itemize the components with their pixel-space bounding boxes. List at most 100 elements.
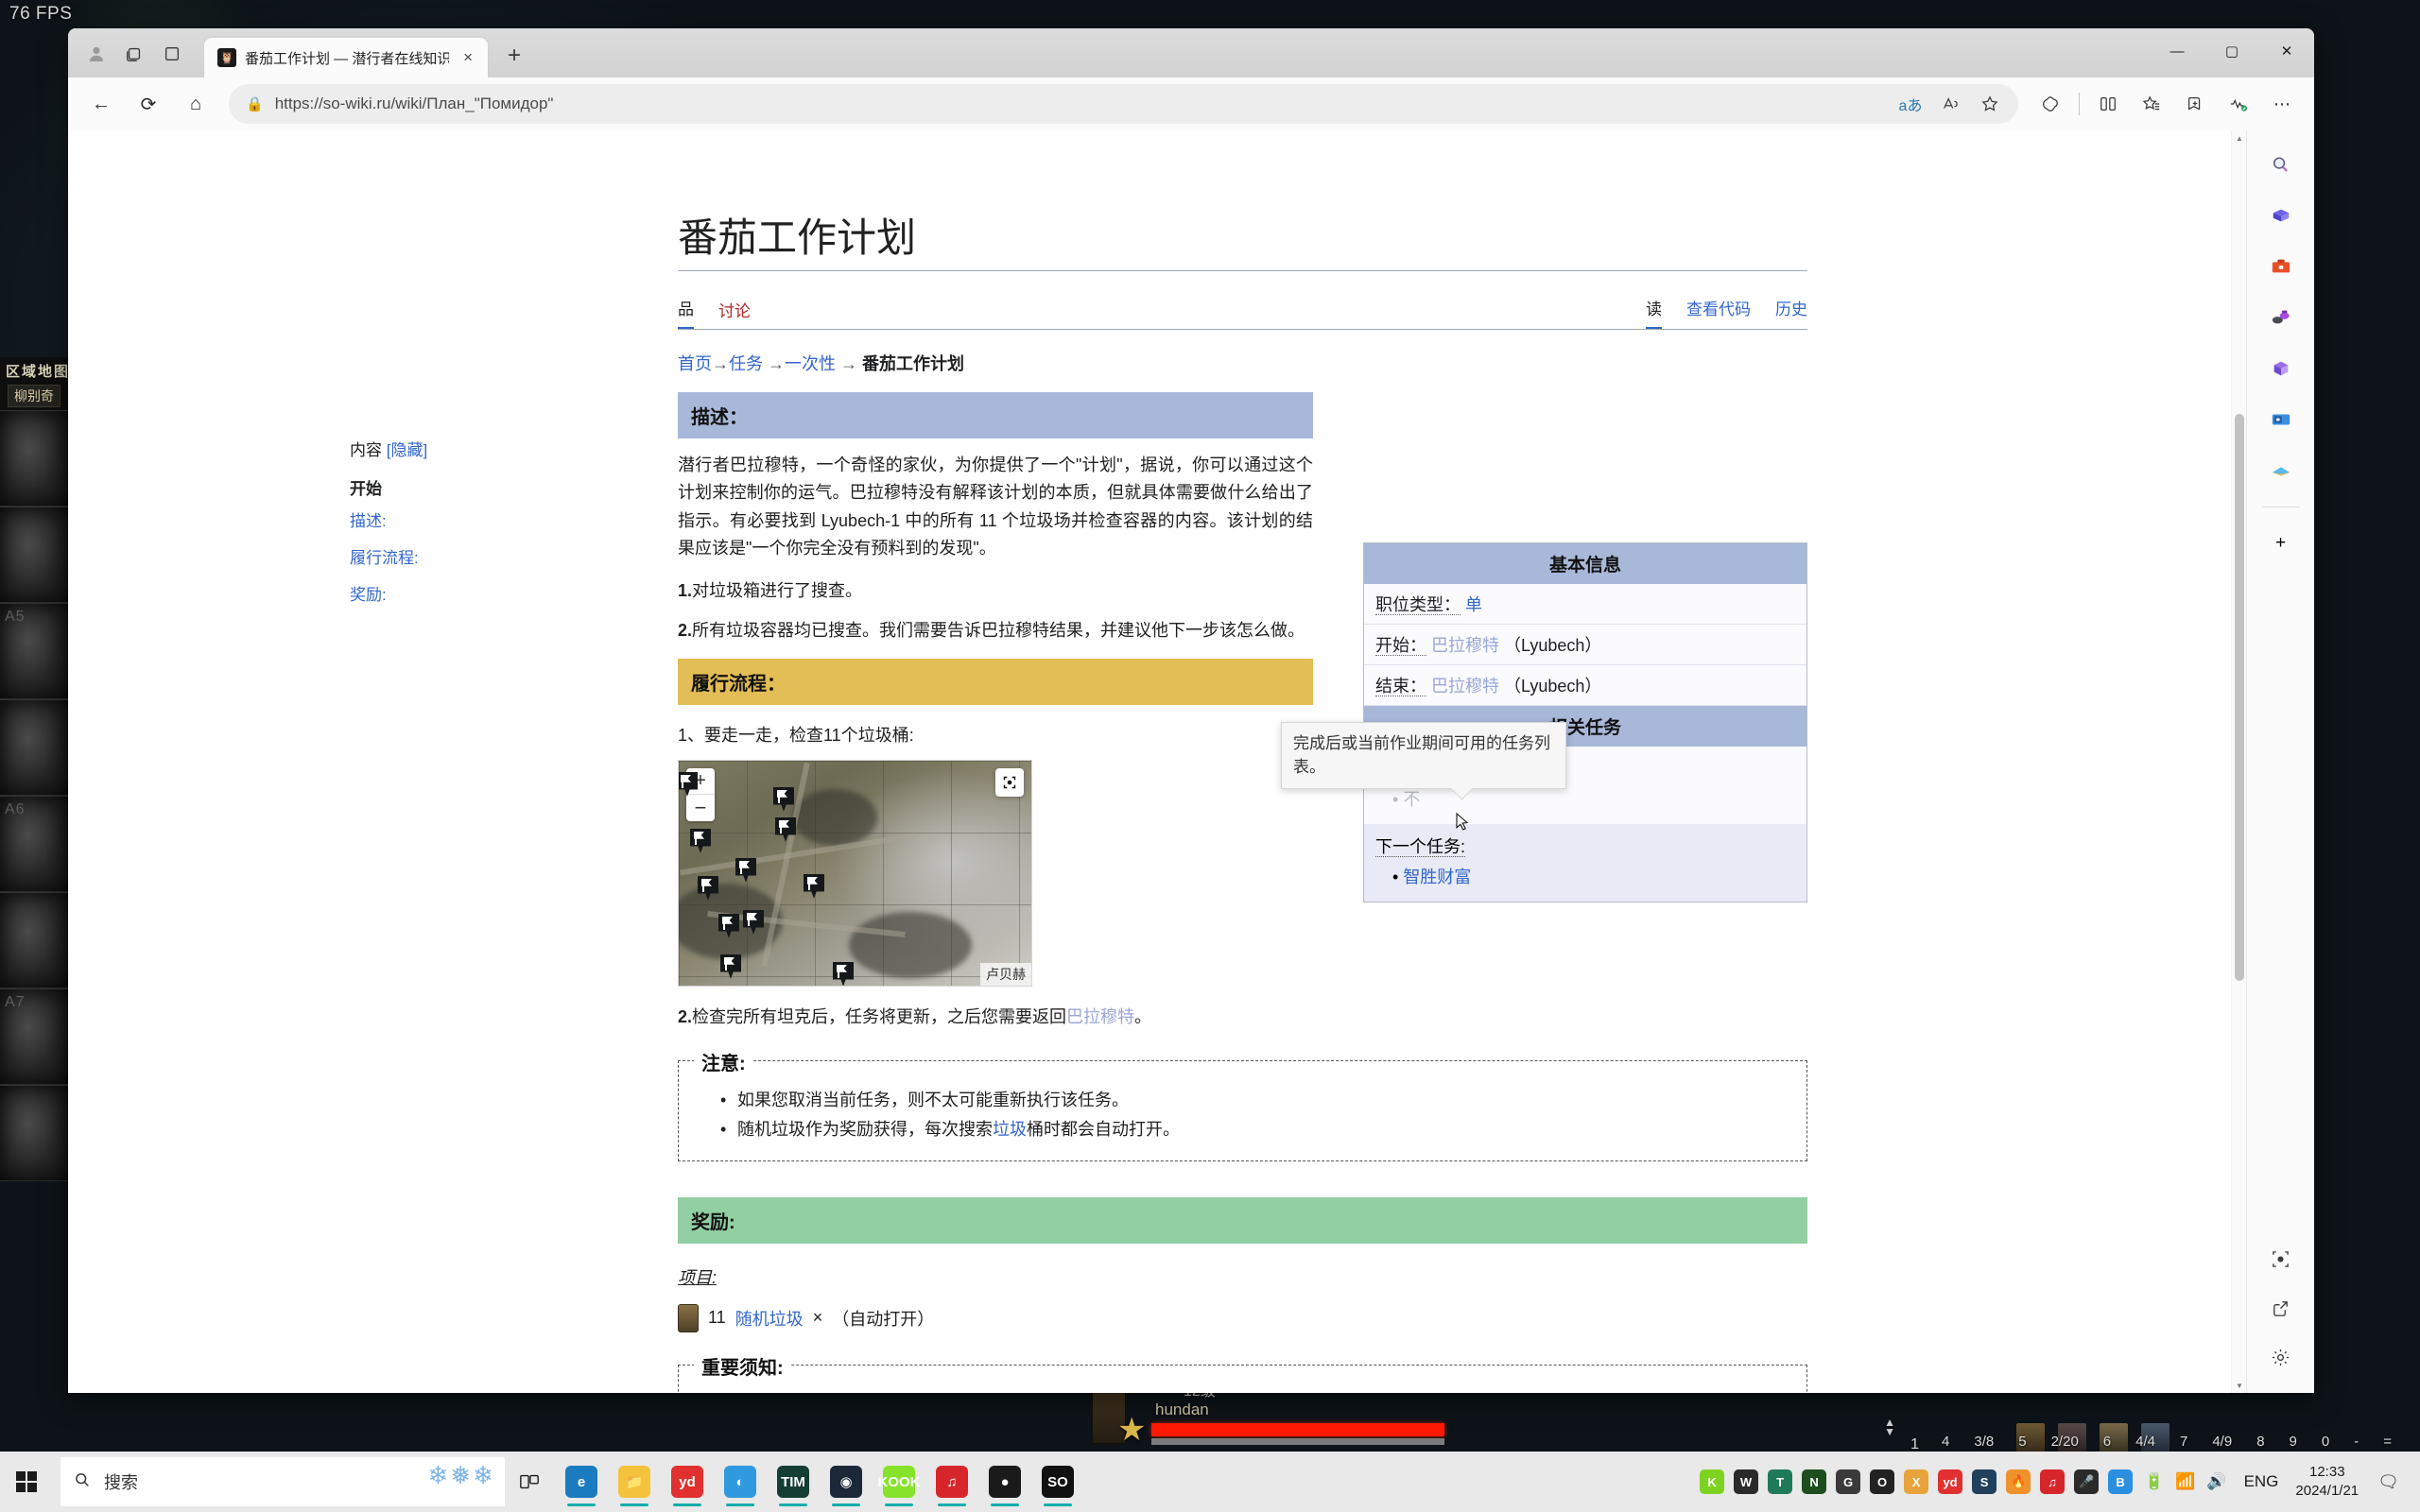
new-tab-button[interactable]: + bbox=[497, 39, 531, 73]
mail-icon[interactable] bbox=[2260, 450, 2302, 491]
minimize-button[interactable]: — bbox=[2150, 28, 2204, 74]
link-next-quest[interactable]: 智胜财富 bbox=[1403, 868, 1471, 886]
toc-toggle-link[interactable]: [隐藏] bbox=[387, 441, 427, 459]
infobox-value-link[interactable]: 巴拉穆特 bbox=[1431, 636, 1499, 655]
game-map-cell[interactable]: A6 bbox=[0, 796, 71, 892]
toc-item-begin[interactable]: 开始 bbox=[350, 480, 520, 499]
scroll-up-arrow[interactable]: ▲ bbox=[2232, 130, 2246, 146]
home-icon[interactable]: ⌂ bbox=[174, 82, 217, 126]
toc-item-walkthrough[interactable]: 履行流程: bbox=[350, 549, 520, 568]
split-pane-icon[interactable] bbox=[153, 35, 191, 73]
volume-icon[interactable]: 🔊 bbox=[2206, 1472, 2226, 1491]
game-map-cell[interactable] bbox=[0, 507, 71, 603]
game-region-map-panel[interactable]: 区域地图 柳别奇 A5 A6 A7 bbox=[0, 357, 72, 1181]
kook-icon[interactable]: KOOK bbox=[877, 1455, 921, 1508]
youdao-icon[interactable]: yd bbox=[666, 1455, 709, 1508]
browser-tab[interactable]: 🦉 番茄工作计划 — 潜行者在线知识 × bbox=[204, 38, 488, 77]
language-indicator[interactable]: ENG bbox=[2244, 1472, 2279, 1491]
obs-tray-icon[interactable]: O bbox=[1870, 1469, 1895, 1494]
shopping-icon[interactable] bbox=[2260, 195, 2302, 236]
page-scrollbar[interactable]: ▲ ▼ bbox=[2231, 130, 2246, 1393]
back-icon[interactable]: ← bbox=[79, 82, 123, 126]
infobox-value-link[interactable]: 单 bbox=[1465, 595, 1482, 614]
read-aloud-icon[interactable] bbox=[1931, 87, 1969, 121]
taskbar-search-box[interactable]: 搜索 ❄❅❄ bbox=[60, 1457, 505, 1506]
task-view-icon[interactable] bbox=[505, 1452, 554, 1512]
tim-icon[interactable]: TIM bbox=[771, 1455, 815, 1508]
tab-read[interactable]: 读 bbox=[1646, 296, 1662, 330]
breadcrumb-item-home[interactable]: 首页 bbox=[678, 354, 712, 373]
scrollbar-thumb[interactable] bbox=[2235, 414, 2244, 981]
bluetooth-tray-icon[interactable]: B bbox=[2108, 1469, 2134, 1494]
fullscreen-icon[interactable] bbox=[995, 767, 1024, 797]
favorite-star-icon[interactable] bbox=[1971, 87, 2009, 121]
breadcrumb-item-quests[interactable]: 任务 bbox=[729, 354, 763, 373]
game-map-cell[interactable]: A5 bbox=[0, 603, 71, 699]
game-map-cell[interactable]: A7 bbox=[0, 988, 71, 1085]
settings-more-icon[interactable]: ⋯ bbox=[2261, 83, 2303, 125]
battery-icon[interactable]: 🔋 bbox=[2144, 1472, 2164, 1491]
game-map-cell[interactable] bbox=[0, 410, 71, 507]
split-screen-icon[interactable] bbox=[2087, 83, 2129, 125]
tim-tray-icon[interactable]: T bbox=[1768, 1469, 1793, 1494]
game-region-map-grid[interactable]: A5 A6 A7 bbox=[0, 410, 71, 1181]
nvidia-tray-icon[interactable]: N bbox=[1802, 1469, 1827, 1494]
share-icon[interactable] bbox=[2260, 1287, 2302, 1329]
map-zoom-out-button[interactable]: − bbox=[686, 795, 715, 821]
microphone-tray-icon[interactable]: 🎤 bbox=[2074, 1469, 2100, 1494]
windows-icon[interactable] bbox=[0, 1452, 53, 1512]
wegame-tray-icon[interactable]: W bbox=[1734, 1469, 1759, 1494]
outlook-icon[interactable] bbox=[2260, 399, 2302, 440]
netease-music-icon[interactable]: ♫ bbox=[930, 1455, 974, 1508]
game-map-cell[interactable] bbox=[0, 699, 71, 796]
flame-tray-icon[interactable]: 🔥 bbox=[2006, 1469, 2031, 1494]
tools-icon[interactable] bbox=[2260, 246, 2302, 287]
youdao-tray-icon[interactable]: yd bbox=[1938, 1469, 1963, 1494]
search-icon[interactable] bbox=[2260, 144, 2302, 185]
tab-history[interactable]: 历史 bbox=[1775, 296, 1807, 329]
k-tray-icon[interactable]: K bbox=[1700, 1469, 1725, 1494]
wps-icon[interactable]: ◐ bbox=[718, 1455, 762, 1508]
breadcrumb-item-onetime[interactable]: 一次性 bbox=[785, 354, 836, 373]
close-icon[interactable]: × bbox=[458, 48, 478, 67]
infobox-value-link[interactable]: 巴拉穆特 bbox=[1431, 677, 1499, 696]
file-explorer-icon[interactable]: 📁 bbox=[613, 1455, 656, 1508]
notification-icon[interactable]: 🗨 bbox=[2377, 1472, 2411, 1492]
scroll-down-arrow[interactable]: ▼ bbox=[2232, 1378, 2246, 1393]
address-bar[interactable]: 🔒 https://so-wiki.ru/wiki/План_"Помидор"… bbox=[229, 84, 2018, 124]
gear-icon[interactable] bbox=[2260, 1336, 2302, 1378]
edge-icon[interactable]: e bbox=[560, 1455, 603, 1508]
tab-article[interactable]: 品 bbox=[678, 296, 694, 330]
game-map-cell[interactable] bbox=[0, 1085, 71, 1181]
translate-icon[interactable]: aあ bbox=[1892, 87, 1929, 121]
toc-item-description[interactable]: 描述: bbox=[350, 513, 520, 531]
embedded-quest-map[interactable]: + − 卢贝赫 bbox=[678, 759, 1032, 987]
screenshot-icon[interactable] bbox=[2260, 1238, 2302, 1280]
browser-essentials-icon[interactable] bbox=[2218, 83, 2259, 125]
favorites-icon[interactable] bbox=[2131, 83, 2172, 125]
taskbar-clock[interactable]: 12:33 2024/1/21 bbox=[2295, 1463, 2359, 1502]
netease-tray-icon[interactable]: ♫ bbox=[2040, 1469, 2066, 1494]
toc-item-rewards[interactable]: 奖励: bbox=[350, 586, 520, 605]
game-map-cell[interactable] bbox=[0, 892, 71, 988]
add-sidebar-app-icon[interactable]: + bbox=[2260, 523, 2302, 564]
profile-icon[interactable] bbox=[78, 35, 115, 73]
reload-icon[interactable]: ⟳ bbox=[127, 82, 170, 126]
wifi-icon[interactable]: 📶 bbox=[2175, 1472, 2195, 1491]
tab-collections-icon[interactable] bbox=[115, 35, 153, 73]
tab-view-source[interactable]: 查看代码 bbox=[1686, 296, 1751, 329]
link-balamut[interactable]: 巴拉穆特 bbox=[1066, 1007, 1134, 1026]
link-trash[interactable]: 垃圾 bbox=[993, 1120, 1027, 1139]
copilot-icon[interactable] bbox=[2030, 83, 2071, 125]
link-random-trash[interactable]: 随机垃圾 bbox=[735, 1306, 804, 1331]
obs-icon[interactable]: ● bbox=[983, 1455, 1027, 1508]
gshade-tray-icon[interactable]: G bbox=[1836, 1469, 1861, 1494]
tab-discussion[interactable]: 讨论 bbox=[718, 298, 751, 329]
office-icon[interactable] bbox=[2260, 348, 2302, 389]
collections-icon[interactable] bbox=[2174, 83, 2216, 125]
steam-tray-icon[interactable]: S bbox=[1972, 1469, 1997, 1494]
xsplit-tray-icon[interactable]: X bbox=[1904, 1469, 1929, 1494]
close-window-button[interactable]: ✕ bbox=[2259, 28, 2314, 74]
steam-icon[interactable]: ◉ bbox=[824, 1455, 868, 1508]
maximize-button[interactable]: ▢ bbox=[2204, 28, 2259, 74]
